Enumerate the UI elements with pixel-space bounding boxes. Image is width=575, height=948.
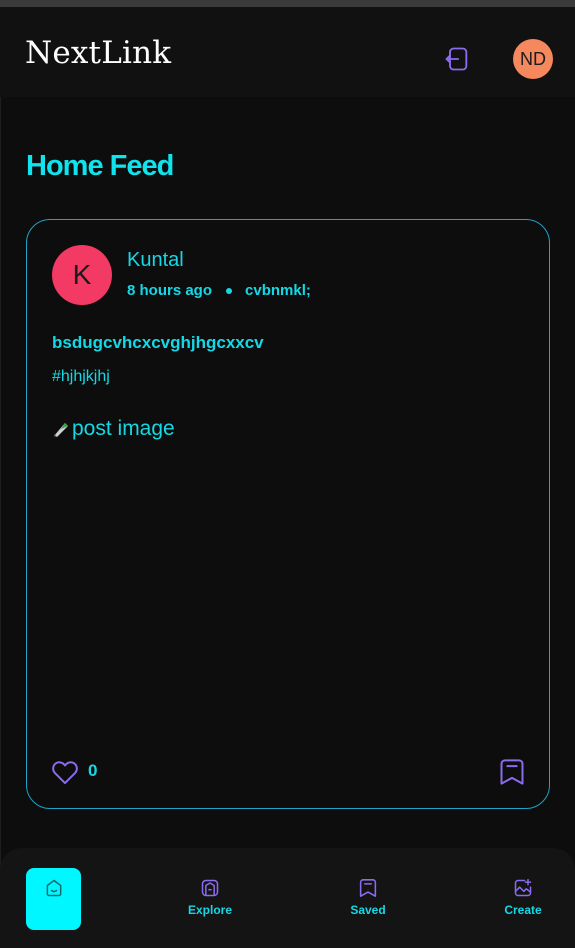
- nav-explore[interactable]: Explore: [180, 878, 240, 917]
- page-title: Home Feed: [26, 150, 174, 182]
- home-icon: [46, 879, 61, 897]
- explore-icon: [201, 879, 219, 897]
- post-time: 8 hours ago: [127, 282, 213, 299]
- post-image: post image: [52, 417, 175, 441]
- nav-saved-label: Saved: [350, 903, 386, 917]
- author-name[interactable]: Kuntal: [127, 249, 184, 272]
- top-bar: NextLink ND: [0, 7, 575, 97]
- post-hashtag[interactable]: #hjhjkjhj: [52, 368, 110, 386]
- post-image-alt-text: post image: [72, 417, 175, 440]
- meta-separator-dot: [226, 287, 233, 294]
- author-avatar[interactable]: K: [52, 245, 112, 305]
- post-caption: bsdugcvhcxcvghjhgcxxcv: [52, 333, 264, 352]
- nav-home[interactable]: [26, 868, 81, 930]
- bottom-nav: Explore Saved Create: [0, 848, 575, 948]
- bookmark-icon: [359, 879, 377, 897]
- post-meta: 8 hours ago cvbnmkl;: [127, 282, 311, 299]
- user-avatar[interactable]: ND: [513, 39, 553, 79]
- bookmark-button[interactable]: [499, 758, 525, 786]
- window-top-strip: [0, 0, 575, 7]
- like-count: 0: [88, 761, 98, 780]
- post-location: cvbnmkl;: [245, 282, 311, 299]
- nav-saved[interactable]: Saved: [338, 878, 398, 917]
- nav-explore-label: Explore: [187, 903, 232, 917]
- nav-create[interactable]: Create: [493, 878, 553, 917]
- broken-image-icon: [54, 423, 68, 437]
- create-image-icon: [514, 878, 532, 897]
- brand-logo[interactable]: NextLink: [25, 35, 171, 71]
- logout-button[interactable]: [441, 43, 473, 75]
- logout-icon: [445, 47, 468, 71]
- like-button[interactable]: [51, 759, 79, 785]
- post-card: K Kuntal 8 hours ago cvbnmkl; bsdugcvhcx…: [26, 219, 550, 809]
- nav-create-label: Create: [504, 903, 542, 917]
